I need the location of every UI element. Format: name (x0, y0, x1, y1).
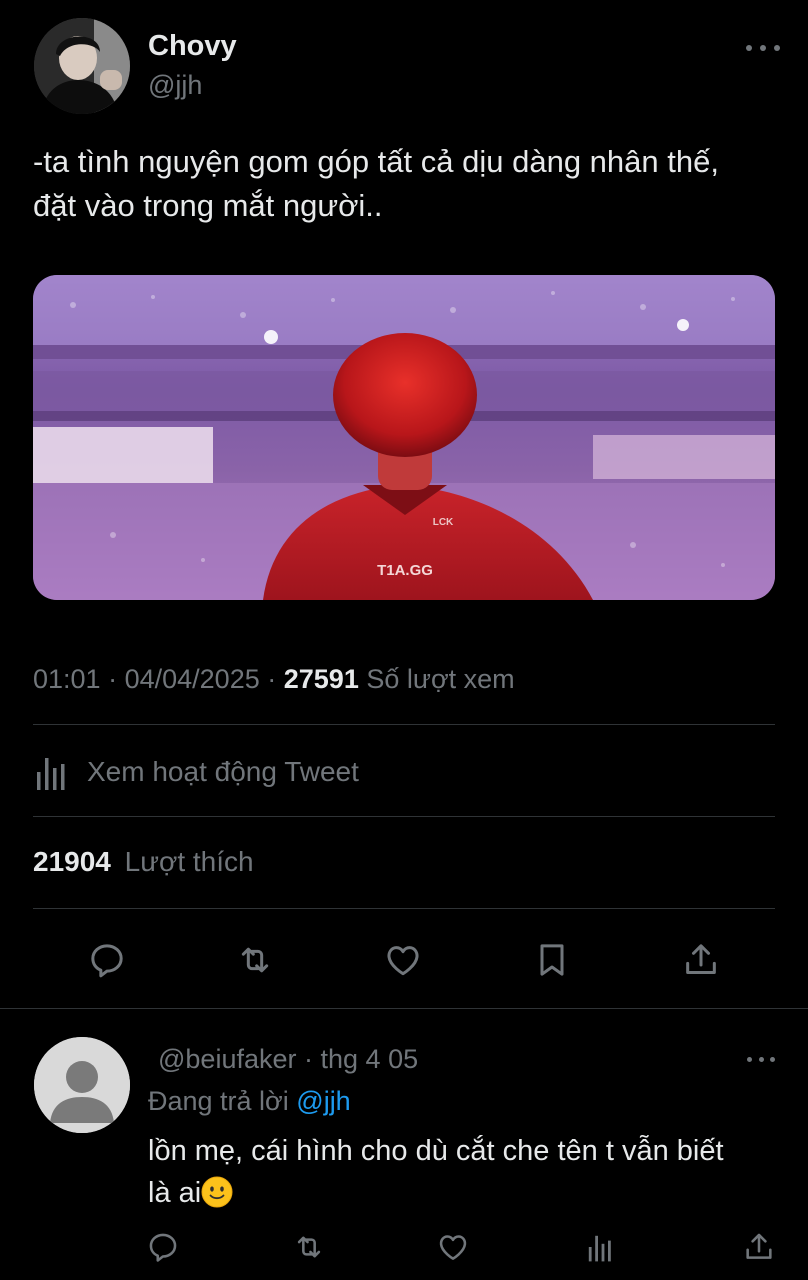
share-icon (746, 1233, 772, 1259)
views-label: Số lượt xem (366, 664, 515, 694)
reply-handle[interactable]: @beiufaker (158, 1044, 296, 1074)
main-tweet: Chovy @jjh -ta tình nguyện gom góp tất c… (0, 0, 808, 1010)
dot (747, 1056, 752, 1062)
reply-button[interactable] (143, 1227, 183, 1267)
reply-separator: · (304, 1044, 313, 1074)
dot (746, 45, 752, 51)
more-options-icon[interactable] (747, 1052, 775, 1066)
reply-tweet[interactable]: @beiufaker · thg 4 05 Đang trả lời @jjh … (0, 1010, 808, 1280)
likes-summary[interactable]: 21904 Lượt thích (33, 846, 254, 878)
tweet-activity-button[interactable]: Xem hoạt động Tweet (33, 752, 359, 792)
more-options-icon[interactable] (746, 38, 780, 58)
tweet-text-line: -ta tình nguyện gom góp tất cả dịu dàng … (33, 144, 719, 179)
meta-separator: · (108, 664, 125, 694)
tweet-meta: 01:01 · 04/04/2025 · 27591 Số lượt xem (33, 664, 515, 695)
likes-label: Lượt thích (124, 846, 254, 877)
author-avatar[interactable] (34, 18, 130, 114)
reply-text-line-2: là ai (148, 1172, 778, 1214)
reply-button[interactable] (85, 938, 129, 982)
stadium-photo: T1A.GG LCK (33, 275, 775, 600)
divider (33, 816, 775, 817)
reply-date[interactable]: thg 4 05 (321, 1044, 419, 1074)
author-avatar-image (34, 18, 130, 114)
bookmark-button[interactable] (530, 938, 574, 982)
tweet-date[interactable]: 04/04/2025 (125, 664, 260, 694)
reply-icon (91, 944, 123, 978)
reply-text-line: lồn mẹ, cái hình cho dù cắt che tên t vẫ… (148, 1135, 724, 1167)
tweet-text: -ta tình nguyện gom góp tất cả dịu dàng … (33, 140, 773, 228)
analytics-icon (588, 1235, 611, 1262)
reply-action-bar (0, 1223, 808, 1273)
tweet-separator (0, 1008, 808, 1009)
tweet-action-bar (0, 935, 808, 985)
tweet-text-line: đặt vào trong mắt người.. (33, 188, 383, 223)
replying-mention[interactable]: @jjh (296, 1086, 350, 1116)
default-avatar-icon (34, 1037, 130, 1133)
collar-text: LCK (433, 517, 454, 528)
share-icon (686, 944, 716, 974)
dot (770, 1056, 775, 1062)
like-icon (439, 1235, 467, 1260)
reply-avatar[interactable] (34, 1037, 130, 1133)
like-button[interactable] (381, 938, 425, 982)
views-count: 27591 (283, 664, 359, 694)
divider (33, 724, 775, 725)
dot (774, 45, 780, 51)
reply-header: @beiufaker · thg 4 05 (158, 1044, 418, 1075)
tweet-time[interactable]: 01:01 (33, 664, 101, 694)
retweet-button[interactable] (289, 1227, 329, 1267)
likes-count: 21904 (33, 846, 111, 877)
replying-to: Đang trả lời @jjh (148, 1086, 351, 1117)
like-button[interactable] (433, 1227, 473, 1267)
retweet-icon (241, 947, 269, 973)
analytics-icon (37, 758, 65, 790)
dot (760, 45, 766, 51)
like-icon (387, 946, 419, 976)
meta-separator: · (267, 664, 284, 694)
share-button[interactable] (679, 938, 723, 982)
retweet-button[interactable] (233, 938, 277, 982)
analytics-button[interactable] (580, 1227, 620, 1267)
dot (758, 1056, 764, 1062)
author-display-name[interactable]: Chovy (148, 30, 237, 63)
reply-icon (149, 1233, 177, 1262)
slightly-smiling-face-icon (201, 1176, 233, 1208)
share-button[interactable] (739, 1227, 779, 1267)
reply-text-line: là ai (148, 1177, 202, 1209)
author-handle[interactable]: @jjh (148, 70, 202, 101)
divider (33, 908, 775, 909)
tweet-activity-label: Xem hoạt động Tweet (87, 756, 359, 787)
bookmark-icon (540, 944, 564, 976)
retweet-icon (297, 1236, 321, 1258)
replying-prefix: Đang trả lời (148, 1086, 289, 1116)
reply-text: lồn mẹ, cái hình cho dù cắt che tên t vẫ… (148, 1130, 778, 1214)
jersey-text: T1A.GG (377, 562, 433, 579)
tweet-photo[interactable]: T1A.GG LCK (33, 275, 775, 600)
